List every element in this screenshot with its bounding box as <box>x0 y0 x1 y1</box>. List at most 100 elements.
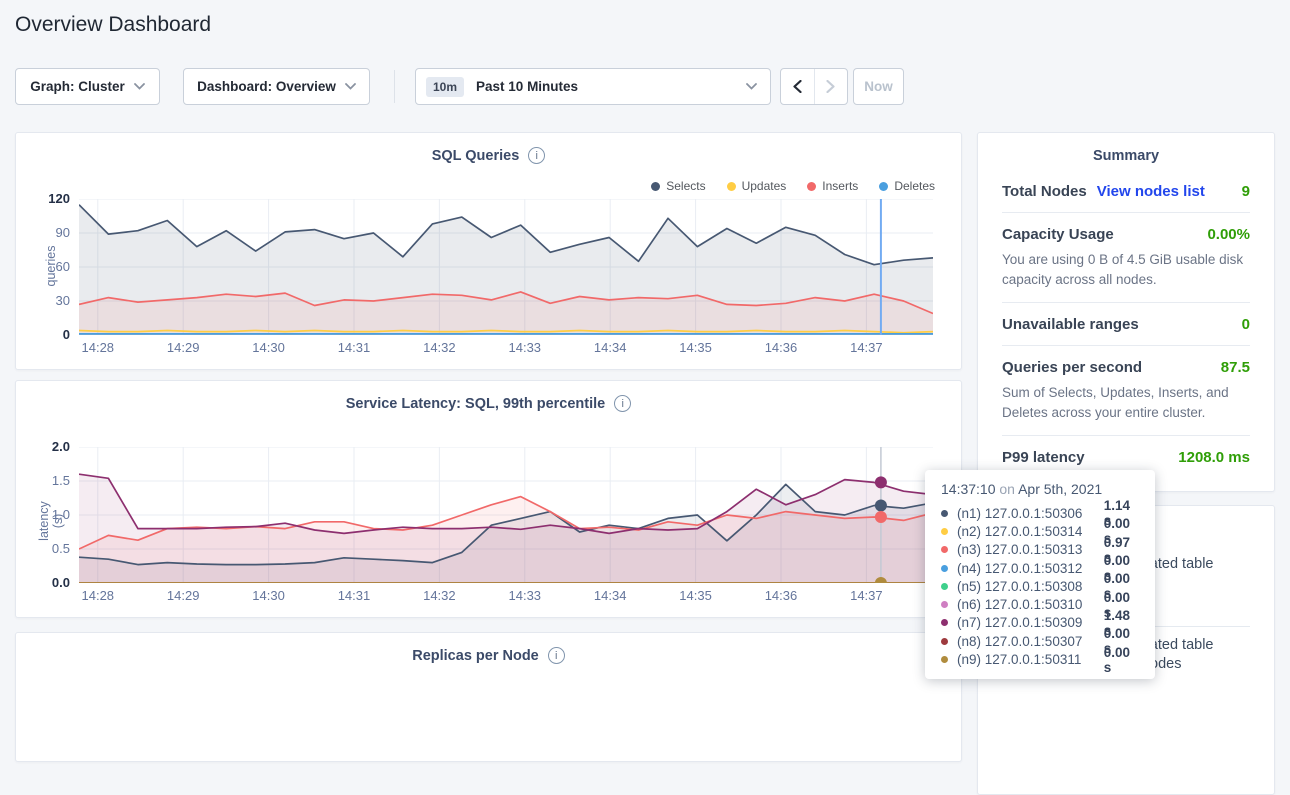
graph-scope-label: Graph: Cluster <box>30 79 125 94</box>
summary-value: 9 <box>1242 183 1250 200</box>
info-icon[interactable]: i <box>614 395 631 412</box>
x-axis-tick-label: 14:37 <box>842 588 890 603</box>
chevron-left-icon <box>793 80 802 93</box>
y-axis-title: queries <box>44 244 58 288</box>
legend-dot-icon <box>807 182 816 191</box>
legend-label: Inserts <box>822 179 858 193</box>
legend-dot-icon <box>727 182 736 191</box>
tooltip-series-row: (n9) 127.0.0.1:503110.00 s <box>941 650 1141 668</box>
tooltip-node-name: (n9) 127.0.0.1:50311 <box>957 652 1104 667</box>
summary-label: Total Nodes <box>1002 183 1087 200</box>
service-latency-plot[interactable] <box>79 447 933 583</box>
x-axis-tick-label: 14:32 <box>415 588 463 603</box>
legend-item-deletes[interactable]: Deletes <box>879 179 935 193</box>
y-axis-tick-label: 2.0 <box>24 439 70 454</box>
graph-scope-dropdown[interactable]: Graph: Cluster <box>15 68 160 105</box>
series-color-dot-icon <box>941 656 948 663</box>
series-color-dot-icon <box>941 601 948 608</box>
next-range-button[interactable] <box>814 69 847 104</box>
x-axis-tick-label: 14:30 <box>245 340 293 355</box>
x-axis-tick-label: 14:30 <box>245 588 293 603</box>
summary-value: 87.5 <box>1221 359 1250 376</box>
view-nodes-link[interactable]: View nodes list <box>1097 183 1205 200</box>
time-step-buttons <box>780 68 848 105</box>
chevron-down-icon <box>345 83 356 90</box>
tooltip-node-name: (n1) 127.0.0.1:50306 <box>957 506 1104 521</box>
x-axis-tick-label: 14:36 <box>757 588 805 603</box>
summary-row: Capacity Usage0.00%You are using 0 B of … <box>1002 213 1250 303</box>
tooltip-node-value: 0.00 s <box>1104 645 1141 675</box>
y-axis-tick-label: 0 <box>24 327 70 342</box>
series-color-dot-icon <box>941 583 948 590</box>
page-title: Overview Dashboard <box>15 13 211 37</box>
series-color-dot-icon <box>941 638 948 645</box>
x-axis-tick-label: 14:28 <box>74 588 122 603</box>
series-color-dot-icon <box>941 546 948 553</box>
x-axis-tick-label: 14:28 <box>74 340 122 355</box>
chart-title: SQL Queries <box>432 148 520 164</box>
summary-value: 1208.0 ms <box>1178 449 1250 466</box>
summary-card: Summary Total Nodes View nodes list 9 Capac… <box>977 132 1275 492</box>
chart-title: Replicas per Node <box>412 648 539 664</box>
legend-item-updates[interactable]: Updates <box>727 179 787 193</box>
summary-row: Queries per second87.5Sum of Selects, Up… <box>1002 346 1250 436</box>
summary-title: Summary <box>978 148 1274 164</box>
chart-canvas <box>79 447 933 583</box>
chart-legend: Selects Updates Inserts Deletes <box>651 179 935 193</box>
x-axis-tick-label: 14:31 <box>330 340 378 355</box>
tooltip-node-name: (n2) 127.0.0.1:50314 <box>957 524 1104 539</box>
summary-row-header: P99 latency 1208.0 ms <box>1002 449 1250 466</box>
tooltip-timestamp: 14:37:10 on Apr 5th, 2021 <box>941 481 1141 497</box>
legend-label: Deletes <box>894 179 935 193</box>
sql-queries-plot[interactable] <box>79 199 933 335</box>
tooltip-node-name: (n8) 127.0.0.1:50307 <box>957 634 1104 649</box>
now-button[interactable]: Now <box>853 68 904 105</box>
tooltip-node-name: (n7) 127.0.0.1:50309 <box>957 615 1104 630</box>
tooltip-node-name: (n3) 127.0.0.1:50313 <box>957 542 1104 557</box>
x-axis-tick-label: 14:35 <box>672 340 720 355</box>
replicas-per-node-chart-card: Replicas per Node i <box>15 632 962 762</box>
summary-description: You are using 0 B of 4.5 GiB usable disk… <box>1002 250 1250 290</box>
series-color-dot-icon <box>941 565 948 572</box>
x-axis-tick-label: 14:31 <box>330 588 378 603</box>
legend-item-inserts[interactable]: Inserts <box>807 179 858 193</box>
tooltip-node-name: (n6) 127.0.0.1:50310 <box>957 597 1104 612</box>
chart-canvas <box>79 199 933 335</box>
chevron-right-icon <box>826 80 835 93</box>
x-axis-tick-label: 14:35 <box>672 588 720 603</box>
y-axis-title: latency (s) <box>37 499 65 543</box>
time-range-dropdown[interactable]: 10m Past 10 Minutes <box>415 68 771 105</box>
chart-hover-tooltip: 14:37:10 on Apr 5th, 2021 (n1) 127.0.0.1… <box>925 470 1155 679</box>
prev-range-button[interactable] <box>781 69 814 104</box>
y-axis-tick-label: 30 <box>24 293 70 308</box>
tooltip-node-name: (n5) 127.0.0.1:50308 <box>957 579 1104 594</box>
x-axis-tick-label: 14:36 <box>757 340 805 355</box>
info-icon[interactable]: i <box>528 147 545 164</box>
x-axis-tick-label: 14:33 <box>501 588 549 603</box>
dashboard-label: Dashboard: Overview <box>197 79 336 94</box>
series-color-dot-icon <box>941 619 948 626</box>
summary-label: P99 latency <box>1002 449 1085 466</box>
chevron-down-icon <box>746 83 757 90</box>
summary-row: Unavailable ranges0 <box>1002 303 1250 346</box>
summary-row-header: Total Nodes View nodes list 9 <box>1002 183 1250 200</box>
dashboard-dropdown[interactable]: Dashboard: Overview <box>183 68 370 105</box>
x-axis-tick-label: 14:33 <box>501 340 549 355</box>
time-range-label: Past 10 Minutes <box>476 79 578 94</box>
x-axis-tick-label: 14:34 <box>586 340 634 355</box>
legend-dot-icon <box>879 182 888 191</box>
x-axis-tick-label: 14:29 <box>159 340 207 355</box>
legend-item-selects[interactable]: Selects <box>651 179 705 193</box>
summary-row-header: Unavailable ranges0 <box>1002 316 1250 333</box>
toolbar-divider <box>394 70 395 103</box>
series-color-dot-icon <box>941 510 948 517</box>
summary-label: Unavailable ranges <box>1002 316 1139 333</box>
series-color-dot-icon <box>941 528 948 535</box>
summary-row: Total Nodes View nodes list 9 <box>1002 170 1250 213</box>
info-icon[interactable]: i <box>548 647 565 664</box>
legend-label: Updates <box>742 179 787 193</box>
y-axis-tick-label: 0.0 <box>24 575 70 590</box>
y-axis-tick-label: 90 <box>24 225 70 240</box>
summary-description: Sum of Selects, Updates, Inserts, and De… <box>1002 383 1250 423</box>
y-axis-tick-label: 1.5 <box>24 473 70 488</box>
